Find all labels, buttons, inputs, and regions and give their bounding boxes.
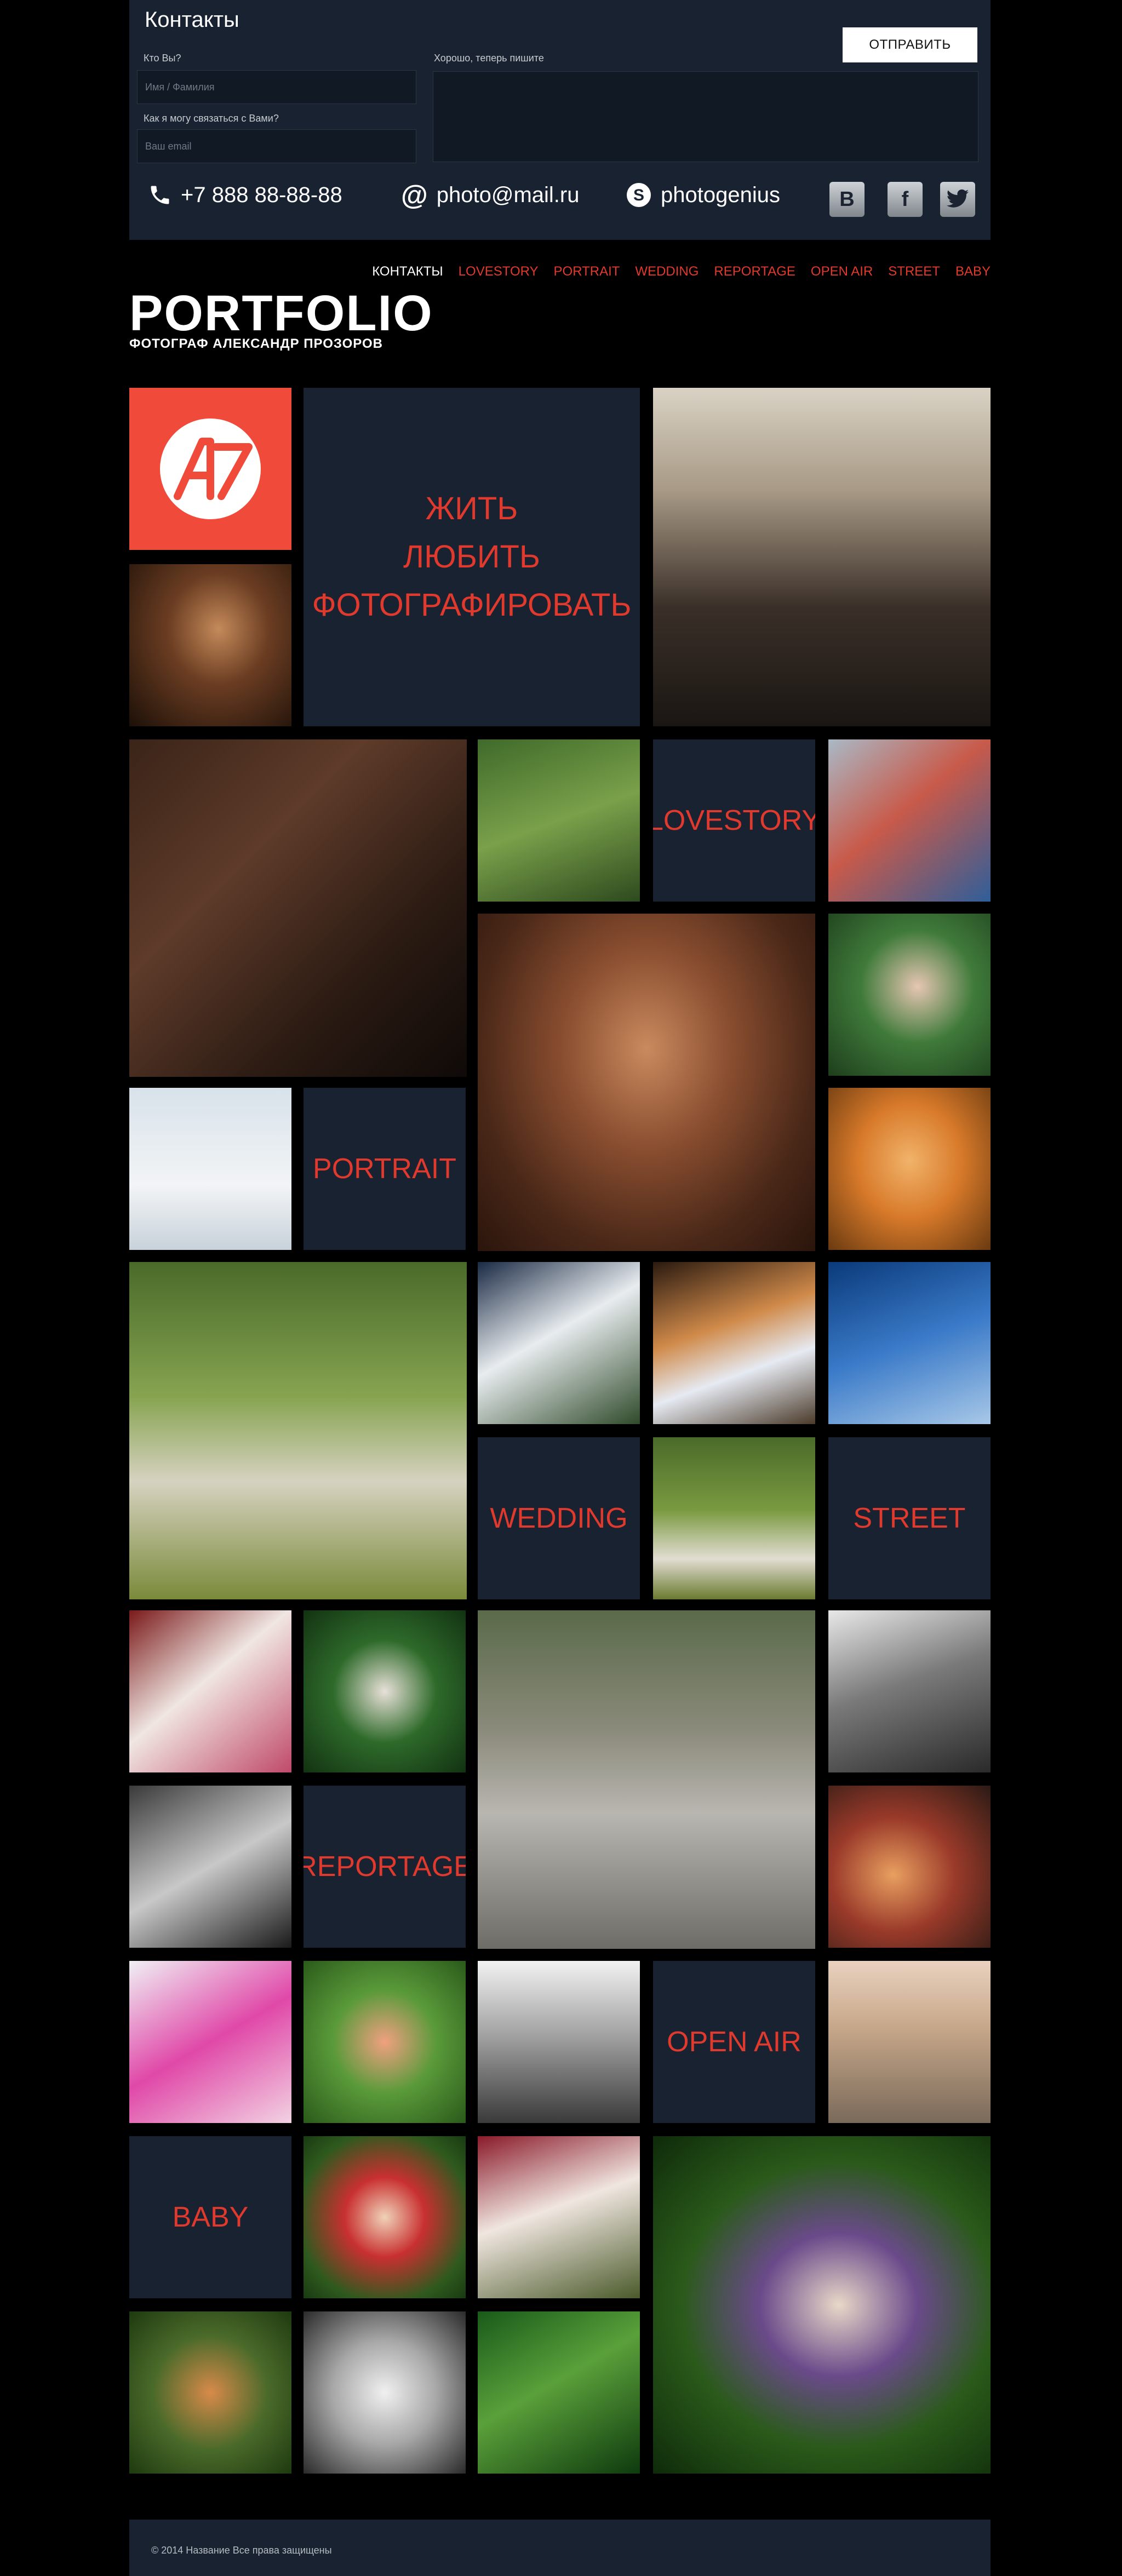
nav-item-contacts[interactable]: КОНТАКТЫ — [372, 264, 443, 279]
photo-bride-portrait[interactable] — [129, 1610, 291, 1772]
skype-handle: photogenius — [661, 182, 780, 207]
facebook-icon[interactable]: f — [888, 182, 923, 217]
photo-openair-girl[interactable] — [304, 1961, 466, 2123]
photo-portrait-man[interactable] — [478, 914, 815, 1251]
nav-item-open-air[interactable]: OPEN AIR — [811, 264, 873, 279]
email-address: photo@mail.ru — [436, 182, 580, 207]
category-lovestory-label: LOVESTORY — [653, 805, 815, 836]
brand-logo-tile[interactable] — [129, 388, 291, 550]
photo-winter-couple[interactable] — [129, 1088, 291, 1250]
photo-reportage-candle[interactable] — [828, 1786, 991, 1948]
phone-number: +7 888 88-88-88 — [181, 182, 342, 207]
photo-woman-lilac[interactable] — [653, 2136, 991, 2474]
twitter-bird-icon — [946, 189, 969, 208]
svg-text:S: S — [633, 186, 644, 204]
nav-item-reportage[interactable]: REPORTAGE — [714, 264, 795, 279]
photo-openair-bw-family[interactable] — [478, 1961, 640, 2123]
photo-girl-boxing[interactable] — [478, 2136, 640, 2298]
how-label: Как я могу связаться с Вами? — [144, 113, 279, 124]
photo-photographer[interactable] — [653, 388, 991, 726]
photo-lovestory-park[interactable] — [478, 739, 640, 902]
footer: © 2014 Название Все права защищены — [129, 2520, 991, 2576]
photo-reportage-train[interactable] — [828, 1610, 991, 1772]
logo-mark-icon — [160, 418, 261, 519]
photo-lovestory-hug[interactable] — [828, 739, 991, 902]
category-baby-label: BABY — [172, 2201, 249, 2233]
category-portrait[interactable]: PORTRAIT — [304, 1088, 466, 1250]
photo-baby-pink[interactable] — [129, 1961, 291, 2123]
photo-portrait-mask[interactable] — [828, 914, 991, 1076]
twitter-icon[interactable] — [940, 182, 975, 217]
photo-wedding-couple-green[interactable] — [304, 1610, 466, 1772]
photo-reportage-bw[interactable] — [129, 1786, 291, 1948]
who-label: Кто Вы? — [144, 53, 181, 64]
photo-girl-grass[interactable] — [478, 2311, 640, 2474]
contact-panel: Контакты Кто Вы? Имя / Фамилия Как я мог… — [129, 0, 991, 240]
category-lovestory[interactable]: LOVESTORY — [653, 739, 815, 902]
photo-tricycle[interactable] — [478, 1610, 815, 1949]
nav-item-portrait[interactable]: PORTRAIT — [554, 264, 620, 279]
category-open-air[interactable]: OPEN AIR — [653, 1961, 815, 2123]
logo-title[interactable]: PORTFOLIO — [129, 288, 433, 339]
photo-portrait-redhead[interactable] — [828, 1088, 991, 1250]
hero-tagline-tile: ЖИТЬ ЛЮБИТЬ ФОТОГРАФИРОВАТЬ — [304, 388, 640, 726]
category-street-label: STREET — [853, 1502, 966, 1534]
tagline-line-2: ЛЮБИТЬ — [403, 539, 540, 575]
photo-openair-beach[interactable] — [828, 1961, 991, 2123]
photo-baby-girl-red[interactable] — [304, 2136, 466, 2298]
category-baby[interactable]: BABY — [129, 2136, 291, 2298]
name-input[interactable]: Имя / Фамилия — [137, 70, 416, 104]
skype-icon: S — [627, 183, 651, 207]
footer-copyright: © 2014 Название Все права защищены — [151, 2545, 332, 2556]
photo-street-building[interactable] — [828, 1262, 991, 1424]
photo-laptop-desk[interactable] — [129, 564, 291, 726]
skype-contact[interactable]: S photogenius — [626, 179, 780, 211]
nav-item-wedding[interactable]: WEDDING — [635, 264, 699, 279]
photo-wedding-bouquet[interactable] — [478, 1262, 640, 1424]
email-input[interactable]: Ваш email — [137, 129, 416, 163]
category-street[interactable]: STREET — [828, 1437, 991, 1599]
category-portrait-label: PORTRAIT — [313, 1153, 456, 1185]
photo-mother-baby[interactable] — [129, 2311, 291, 2474]
category-open-air-label: OPEN AIR — [667, 2026, 802, 2058]
tagline-line-3: ФОТОГРАФИРОВАТЬ — [312, 587, 632, 623]
tagline-line-1: ЖИТЬ — [425, 491, 518, 526]
send-button[interactable]: ОТПРАВИТЬ — [843, 27, 977, 62]
category-reportage-label: REPORTAGE — [304, 1851, 466, 1883]
photo-couple-flowers[interactable] — [129, 739, 467, 1077]
photo-wedding-kiss[interactable] — [129, 1262, 467, 1599]
photo-baby-bw[interactable] — [304, 2311, 466, 2474]
email-contact[interactable]: @ photo@mail.ru — [401, 179, 580, 211]
nav-item-baby[interactable]: BABY — [955, 264, 991, 279]
category-wedding-label: WEDDING — [490, 1502, 628, 1534]
hero-tagline: ЖИТЬ ЛЮБИТЬ ФОТОГРАФИРОВАТЬ — [312, 485, 632, 629]
vk-icon[interactable]: B — [829, 182, 865, 217]
contact-title: Контакты — [145, 8, 239, 32]
nav-item-street[interactable]: STREET — [888, 264, 940, 279]
category-reportage[interactable]: REPORTAGE — [304, 1786, 466, 1948]
message-textarea[interactable] — [433, 71, 978, 162]
nav-item-lovestory[interactable]: LOVESTORY — [459, 264, 539, 279]
logo-subtitle: ФОТОГРАФ АЛЕКСАНДР ПРОЗОРОВ — [129, 336, 383, 351]
category-wedding[interactable]: WEDDING — [478, 1437, 640, 1599]
phone-icon — [151, 186, 169, 204]
main-nav: КОНТАКТЫ LOVESTORY PORTRAIT WEDDING REPO… — [129, 261, 991, 283]
phone-contact[interactable]: +7 888 88-88-88 — [148, 179, 342, 211]
photo-wedding-couple-2[interactable] — [653, 1437, 815, 1599]
photo-wedding-street[interactable] — [653, 1262, 815, 1424]
at-icon: @ — [401, 180, 428, 210]
message-label: Хорошо, теперь пишите — [434, 53, 544, 64]
